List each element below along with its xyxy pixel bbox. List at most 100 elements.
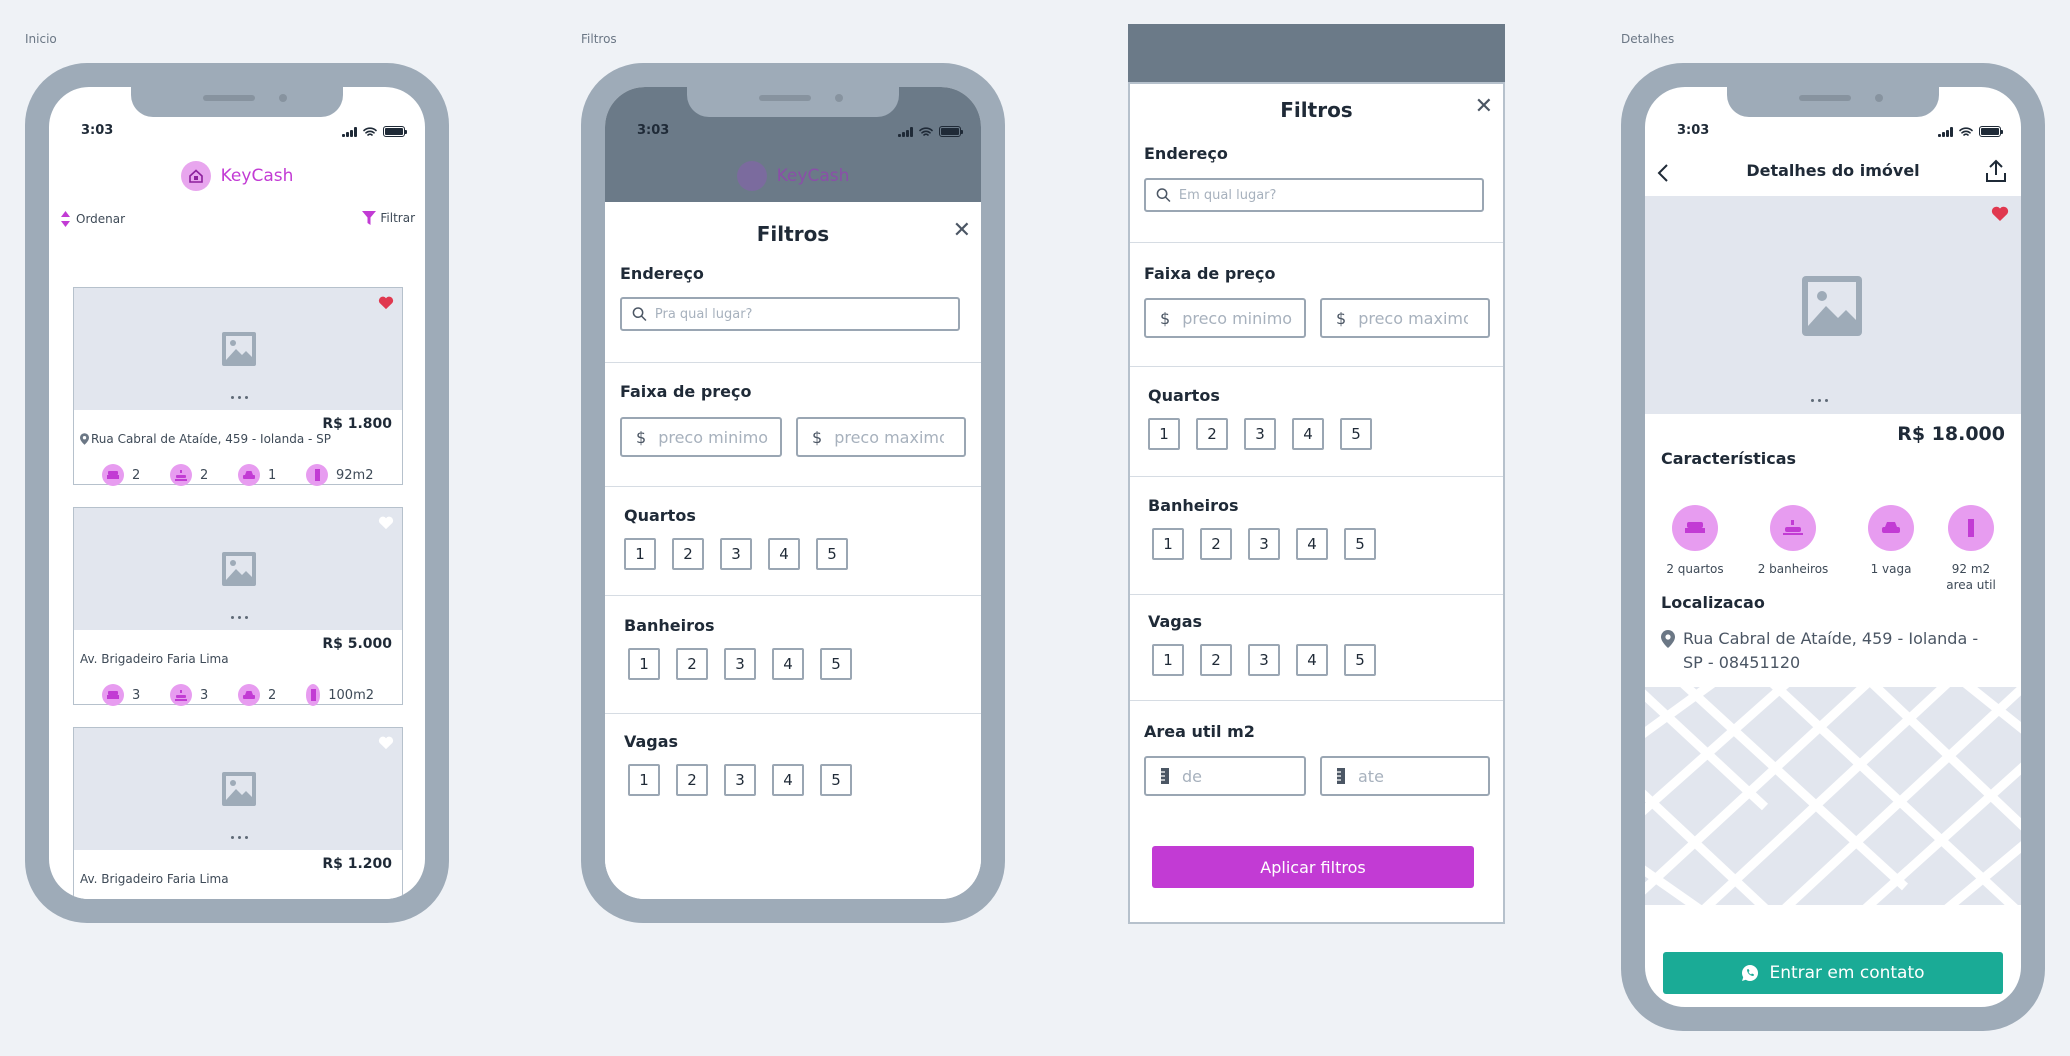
option-2[interactable]: 2 bbox=[672, 538, 704, 570]
heart-icon[interactable] bbox=[378, 516, 394, 530]
property-image[interactable] bbox=[74, 728, 402, 850]
battery-icon bbox=[383, 126, 407, 137]
property-image[interactable] bbox=[1645, 196, 2021, 414]
option-5[interactable]: 5 bbox=[820, 764, 852, 796]
address-search-field[interactable] bbox=[1144, 178, 1484, 212]
option-5[interactable]: 5 bbox=[1344, 528, 1376, 560]
area-from-field[interactable] bbox=[1144, 756, 1306, 796]
status-bar: 3:03 bbox=[605, 123, 981, 143]
option-4[interactable]: 4 bbox=[772, 764, 804, 796]
close-icon[interactable]: ✕ bbox=[1475, 96, 1493, 118]
filter-title: Filtros bbox=[756, 222, 830, 246]
area-to-field[interactable] bbox=[1320, 756, 1490, 796]
option-5[interactable]: 5 bbox=[1344, 644, 1376, 676]
option-4[interactable]: 4 bbox=[1296, 528, 1328, 560]
parking-options: 12345 bbox=[628, 764, 852, 796]
feature-bathrooms: 3 bbox=[170, 684, 238, 706]
address-search-field[interactable] bbox=[620, 297, 960, 331]
option-5[interactable]: 5 bbox=[820, 648, 852, 680]
phone-filters: KeyCash 3:03 Filtros ✕ Endereço Faixa de… bbox=[581, 63, 1005, 923]
option-2[interactable]: 2 bbox=[1200, 528, 1232, 560]
close-icon[interactable]: ✕ bbox=[953, 220, 971, 242]
sort-button[interactable]: Ordenar bbox=[61, 211, 125, 227]
option-1[interactable]: 1 bbox=[628, 764, 660, 796]
carousel-dots[interactable] bbox=[231, 396, 248, 399]
option-2[interactable]: 2 bbox=[676, 764, 708, 796]
address-input[interactable] bbox=[1178, 187, 1482, 203]
option-1[interactable]: 1 bbox=[628, 648, 660, 680]
option-3[interactable]: 3 bbox=[724, 764, 756, 796]
min-price-input[interactable] bbox=[1182, 308, 1293, 328]
option-1[interactable]: 1 bbox=[1152, 644, 1184, 676]
area-label: Area util m2 bbox=[1144, 722, 1255, 741]
option-4[interactable]: 4 bbox=[1296, 644, 1328, 676]
image-icon bbox=[222, 332, 256, 366]
area-icon bbox=[1161, 768, 1169, 784]
address-input[interactable] bbox=[654, 306, 958, 322]
option-3[interactable]: 3 bbox=[724, 648, 756, 680]
share-icon[interactable] bbox=[1985, 159, 2007, 183]
brand-dimmed: KeyCash bbox=[605, 161, 981, 191]
filter-button[interactable]: Filtrar bbox=[362, 211, 415, 225]
option-1[interactable]: 1 bbox=[1148, 418, 1180, 450]
max-price-field[interactable]: $ bbox=[796, 417, 966, 457]
parking-label: Vagas bbox=[624, 732, 679, 751]
property-image[interactable] bbox=[74, 508, 402, 630]
search-icon bbox=[632, 307, 647, 322]
signal-icon bbox=[342, 126, 357, 137]
bedrooms-label: Quartos bbox=[624, 506, 696, 525]
property-card[interactable]: R$ 1.800 Rua Cabral de Ataíde, 459 - Iola… bbox=[73, 287, 403, 486]
property-address: Av. Brigadeiro Faria Lima bbox=[80, 652, 229, 666]
max-price-field[interactable]: $ bbox=[1320, 298, 1490, 338]
location-label: Localizacao bbox=[1661, 593, 1765, 612]
heart-icon[interactable] bbox=[378, 736, 394, 750]
heart-icon[interactable] bbox=[1991, 206, 2009, 222]
property-card[interactable]: R$ 1.200Av. Brigadeiro Faria Lima332100m… bbox=[73, 727, 403, 899]
option-4[interactable]: 4 bbox=[1292, 418, 1324, 450]
option-5[interactable]: 5 bbox=[1340, 418, 1372, 450]
option-4[interactable]: 4 bbox=[772, 648, 804, 680]
option-2[interactable]: 2 bbox=[1196, 418, 1228, 450]
carousel-dots[interactable] bbox=[231, 836, 248, 839]
property-image[interactable] bbox=[74, 288, 402, 410]
separator bbox=[1130, 366, 1503, 367]
home-icon bbox=[180, 161, 211, 191]
option-3[interactable]: 3 bbox=[1248, 528, 1280, 560]
carousel-dots[interactable] bbox=[1811, 399, 1828, 402]
min-price-field[interactable]: $ bbox=[1144, 298, 1306, 338]
apply-filters-button[interactable]: Aplicar filtros bbox=[1152, 846, 1474, 888]
area-to-input[interactable] bbox=[1358, 766, 1468, 786]
option-3[interactable]: 3 bbox=[1244, 418, 1276, 450]
price-range-label: Faixa de preço bbox=[620, 382, 752, 401]
location-map[interactable] bbox=[1645, 687, 2021, 905]
filter-sheet-full: Filtros ✕ Endereço Faixa de preço $ $ Qu… bbox=[1128, 24, 1505, 924]
property-price: R$ 5.000 bbox=[322, 636, 392, 652]
option-3[interactable]: 3 bbox=[720, 538, 752, 570]
property-card[interactable]: R$ 5.000 Av. Brigadeiro Faria Lima 3 3 2 100m… bbox=[73, 507, 403, 706]
property-address: Av. Brigadeiro Faria Lima bbox=[80, 872, 229, 886]
home-screen: 3:03 KeyCash Ordenar Filtrar R$ 1.800Ru bbox=[49, 87, 425, 899]
option-2[interactable]: 2 bbox=[676, 648, 708, 680]
contact-button[interactable]: Entrar em contato bbox=[1663, 952, 2003, 994]
option-1[interactable]: 1 bbox=[1152, 528, 1184, 560]
area-from-input[interactable] bbox=[1182, 766, 1292, 786]
separator bbox=[605, 362, 981, 363]
carousel-dots[interactable] bbox=[231, 616, 248, 619]
max-price-input[interactable] bbox=[834, 427, 945, 447]
details-screen: 3:03 Detalhes do imóvel R$ 18.000 Caract… bbox=[1645, 87, 2021, 1007]
max-price-input[interactable] bbox=[1358, 308, 1469, 328]
status-bar: 3:03 bbox=[1645, 123, 2021, 143]
heart-icon[interactable] bbox=[378, 296, 394, 310]
area-icon bbox=[306, 464, 328, 486]
parking-label: Vagas bbox=[1148, 612, 1203, 631]
separator bbox=[1130, 242, 1503, 243]
min-price-field[interactable]: $ bbox=[620, 417, 782, 457]
option-1[interactable]: 1 bbox=[624, 538, 656, 570]
feature-bathrooms: 2 bbox=[170, 464, 238, 486]
option-3[interactable]: 3 bbox=[1248, 644, 1280, 676]
option-2[interactable]: 2 bbox=[1200, 644, 1232, 676]
min-price-input[interactable] bbox=[658, 427, 769, 447]
location-address: Rua Cabral de Ataíde, 459 - Iolanda - SP… bbox=[1661, 627, 2001, 675]
option-5[interactable]: 5 bbox=[816, 538, 848, 570]
option-4[interactable]: 4 bbox=[768, 538, 800, 570]
